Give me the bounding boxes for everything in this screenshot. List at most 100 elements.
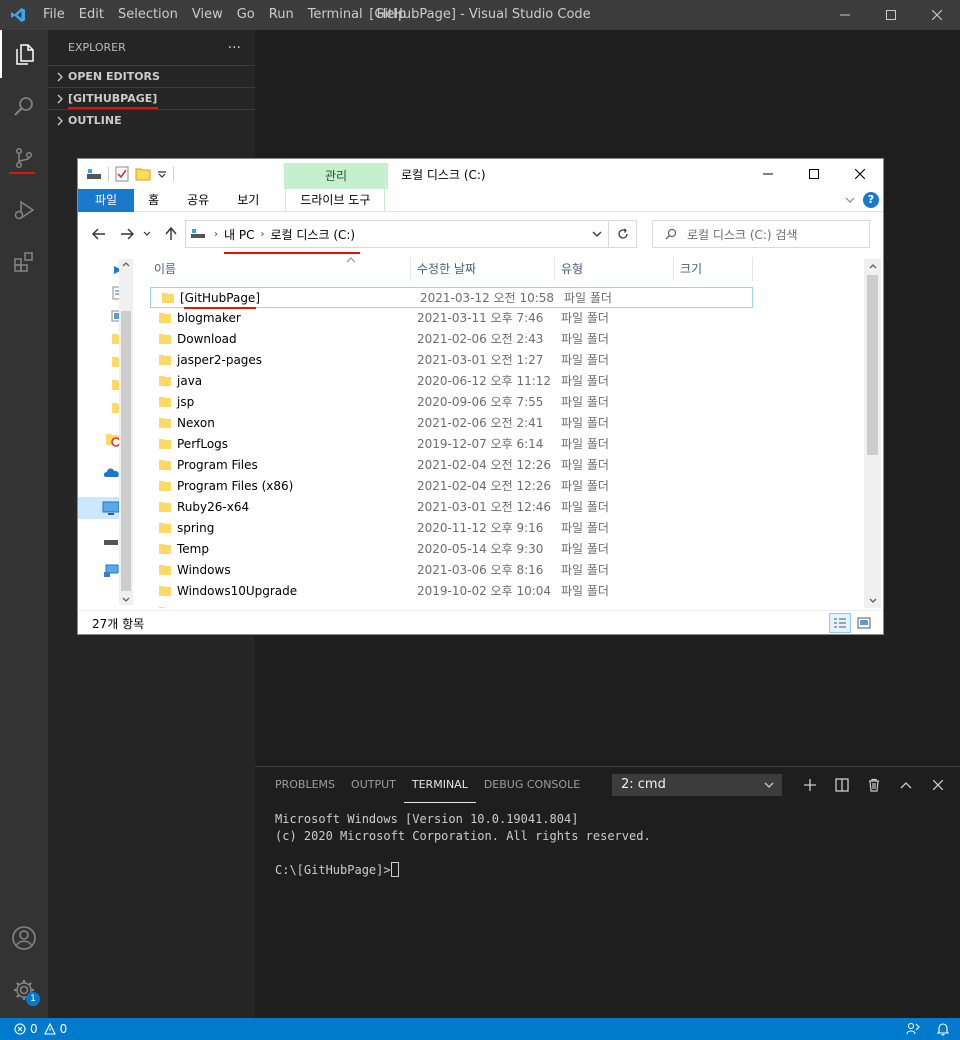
source-control-button[interactable] — [0, 134, 48, 182]
search-button[interactable] — [0, 82, 48, 130]
column-divider[interactable] — [752, 257, 753, 281]
breadcrumb-this-pc[interactable]: 내 PC — [218, 226, 260, 243]
accounts-button[interactable] — [0, 914, 48, 962]
help-button[interactable]: ? — [863, 192, 879, 208]
ribbon-tab-home[interactable]: 홈 — [134, 189, 173, 212]
large-icons-view-button[interactable] — [853, 613, 875, 633]
table-row[interactable] — [148, 602, 868, 608]
close-button[interactable] — [914, 0, 960, 30]
table-row[interactable]: blogmaker 2021-03-11 오후 7:46 파일 폴더 — [148, 308, 868, 329]
table-row[interactable]: Nexon 2021-02-06 오전 2:41 파일 폴더 — [148, 413, 868, 434]
fe-maximize-button[interactable] — [791, 159, 837, 189]
table-row[interactable]: PerfLogs 2019-12-07 오후 6:14 파일 폴더 — [148, 434, 868, 455]
table-row[interactable]: [GitHubPage] 2021-03-12 오전 10:58 파일 폴더 — [150, 287, 753, 308]
scroll-down-icon[interactable] — [869, 598, 877, 604]
split-terminal-button[interactable] — [826, 774, 858, 796]
column-date-modified[interactable]: 수정한 날짜 — [411, 255, 554, 283]
tab-terminal[interactable]: TERMINAL — [403, 767, 476, 803]
table-row[interactable]: Temp 2020-05-14 오후 9:30 파일 폴더 — [148, 539, 868, 560]
run-debug-button[interactable] — [0, 186, 48, 234]
back-button[interactable] — [90, 225, 108, 243]
extensions-button[interactable] — [0, 238, 48, 286]
table-row[interactable]: spring 2020-11-12 오후 9:16 파일 폴더 — [148, 518, 868, 539]
bell-icon[interactable] — [936, 1022, 950, 1036]
close-panel-button[interactable] — [922, 774, 954, 796]
menu-file[interactable]: File — [36, 0, 72, 30]
menu-terminal[interactable]: Terminal — [301, 0, 370, 30]
tab-output[interactable]: OUTPUT — [343, 767, 404, 803]
address-bar[interactable]: › 내 PC › 로컬 디스크 (C:) — [185, 220, 609, 248]
error-icon — [14, 1023, 26, 1035]
scroll-up-icon[interactable] — [869, 263, 877, 269]
table-row[interactable]: jsp 2020-09-06 오후 7:55 파일 폴더 — [148, 392, 868, 413]
properties-icon[interactable] — [115, 166, 129, 182]
file-type: 파일 폴더 — [561, 521, 609, 535]
table-row[interactable]: Ruby26-x64 2021-03-01 오전 12:46 파일 폴더 — [148, 497, 868, 518]
maximize-panel-button[interactable] — [890, 774, 922, 796]
minimize-button[interactable] — [822, 0, 868, 30]
section-outline[interactable]: OUTLINE — [48, 109, 255, 131]
recent-locations-button[interactable] — [142, 225, 152, 243]
terminal-output[interactable]: Microsoft Windows [Version 10.0.19041.80… — [255, 803, 960, 887]
scroll-down-icon[interactable] — [122, 597, 130, 603]
tab-problems[interactable]: PROBLEMS — [267, 767, 343, 803]
file-explorer-window-controls — [745, 159, 883, 189]
column-name[interactable]: 이름 — [148, 255, 410, 283]
fe-close-button[interactable] — [837, 159, 883, 189]
menu-go[interactable]: Go — [230, 0, 262, 30]
refresh-button[interactable] — [609, 220, 637, 248]
table-row[interactable]: java 2020-06-12 오후 11:12 파일 폴더 — [148, 371, 868, 392]
ribbon-tab-drive-tools[interactable]: 드라이브 도구 — [285, 188, 386, 212]
ribbon-tab-view[interactable]: 보기 — [223, 189, 273, 212]
scroll-up-icon[interactable] — [122, 261, 130, 267]
close-icon — [932, 10, 942, 20]
table-row[interactable]: Windows10Upgrade 2019-10-02 오후 10:04 파일 … — [148, 581, 868, 602]
kill-terminal-button[interactable] — [858, 774, 890, 796]
menu-selection[interactable]: Selection — [111, 0, 185, 30]
section-workspace-folder[interactable]: [GITHUBPAGE] — [48, 87, 255, 109]
customize-toolbar-icon[interactable] — [157, 169, 167, 179]
maximize-button[interactable] — [868, 0, 914, 30]
breadcrumb-local-disk[interactable]: 로컬 디스크 (C:) — [264, 226, 361, 243]
new-terminal-button[interactable] — [794, 774, 826, 796]
terminal-selector[interactable]: 2: cmd — [612, 774, 782, 796]
manage-tab[interactable]: 관리 — [284, 163, 388, 189]
more-actions-button[interactable]: ··· — [228, 40, 241, 56]
problems-status[interactable]: 0 0 — [0, 1022, 67, 1036]
manage-button[interactable]: 1 — [0, 966, 48, 1014]
tab-debug-console[interactable]: DEBUG CONSOLE — [476, 767, 588, 803]
expand-ribbon-icon[interactable] — [845, 196, 855, 204]
table-row[interactable]: jasper2-pages 2021-03-01 오전 1:27 파일 폴더 — [148, 350, 868, 371]
column-size[interactable]: 크기 — [674, 255, 752, 283]
nav-pane-scroll-thumb[interactable] — [121, 311, 131, 591]
network-icon[interactable] — [103, 563, 119, 579]
menu-view[interactable]: View — [185, 0, 230, 30]
table-row[interactable]: Windows 2021-03-06 오후 8:16 파일 폴더 — [148, 560, 868, 581]
new-folder-icon[interactable] — [135, 166, 151, 182]
file-explorer-window: 관리 로컬 디스크 (C:) 파일 홈 공유 보기 드라이브 도구 ? › 내 … — [78, 159, 883, 634]
table-row[interactable]: Program Files 2021-02-04 오전 12:26 파일 폴더 — [148, 455, 868, 476]
ribbon-tab-share[interactable]: 공유 — [173, 189, 223, 212]
section-open-editors[interactable]: OPEN EDITORS — [48, 65, 255, 87]
drive-icon[interactable] — [86, 167, 102, 181]
explorer-button[interactable] — [0, 30, 48, 78]
drive-icon[interactable] — [103, 537, 119, 547]
large-icons-view-icon — [857, 617, 871, 629]
ribbon-tab-file[interactable]: 파일 — [78, 188, 135, 212]
column-type[interactable]: 유형 — [555, 255, 673, 283]
up-button[interactable] — [162, 225, 180, 243]
menu-help[interactable]: Help — [370, 0, 414, 30]
menu-run[interactable]: Run — [262, 0, 301, 30]
section-label: [GITHUBPAGE] — [68, 92, 158, 105]
table-row[interactable]: Program Files (x86) 2021-02-04 오전 12:26 … — [148, 476, 868, 497]
menu-edit[interactable]: Edit — [72, 0, 111, 30]
this-pc-icon[interactable] — [102, 501, 120, 517]
file-list-scroll-thumb[interactable] — [867, 275, 878, 455]
address-dropdown-button[interactable] — [586, 221, 608, 247]
table-row[interactable]: Download 2021-02-06 오전 2:43 파일 폴더 — [148, 329, 868, 350]
forward-button[interactable] — [118, 225, 136, 243]
fe-minimize-button[interactable] — [745, 159, 791, 189]
feedback-icon[interactable] — [906, 1022, 920, 1036]
details-view-button[interactable] — [829, 613, 851, 633]
search-box[interactable]: 로컬 디스크 (C:) 검색 — [652, 220, 870, 248]
